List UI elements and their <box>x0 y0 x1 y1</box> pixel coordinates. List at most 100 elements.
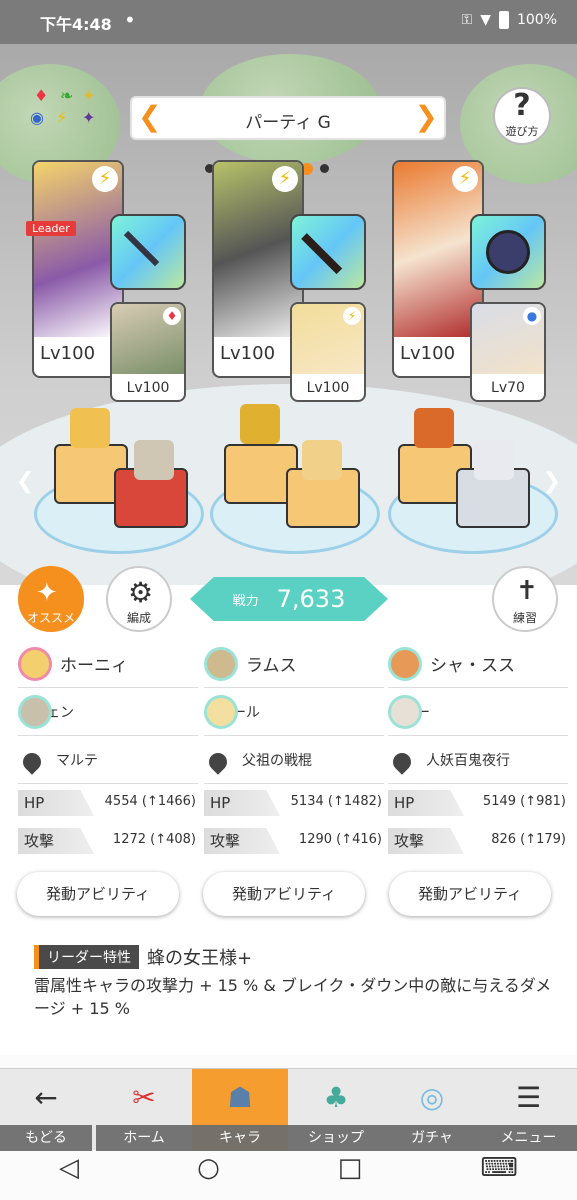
avatar <box>388 646 422 681</box>
ability-button-3[interactable]: 発動アビリティ <box>389 872 551 916</box>
home-icon: ✂ <box>132 1080 156 1114</box>
weapon-name: 父祖の戦棍 <box>242 752 312 769</box>
recommend-button[interactable]: ✦ オススメ <box>18 566 84 632</box>
member-column-1: ホーニィ スヴェン マルテ HP 4554 (↑1466) 攻撃 1272 (↑… <box>18 640 198 860</box>
thunder-attribute-icon: ⚡ <box>343 307 361 325</box>
system-home-icon[interactable]: ○ <box>197 1153 220 1183</box>
sub-character-card-2[interactable]: ⚡ Lv100 <box>290 302 366 402</box>
scroll-right-icon[interactable]: ❯ <box>543 469 561 494</box>
avatar <box>388 694 422 729</box>
hp-value: 5134 (↑1482) <box>290 794 382 809</box>
hp-stat: HP 4554 (↑1466) <box>18 790 198 822</box>
chara-sprite <box>240 404 280 444</box>
weapon-row[interactable]: マルテ <box>18 736 198 784</box>
sub-level: Lv100 <box>126 380 170 396</box>
leader-trait-name: 蜂の女王様+ <box>147 948 253 969</box>
power-value: 7,633 <box>276 585 346 613</box>
status-bar: 下午4:48 • ⚿ ▼ 100% <box>0 0 577 44</box>
back-arrow-icon: ← <box>34 1080 58 1114</box>
formation-label: 編成 <box>126 611 151 625</box>
attack-value: 1272 (↑408) <box>112 832 196 847</box>
orb-icon <box>486 230 530 274</box>
help-button[interactable]: ? 遊び方 <box>493 87 551 145</box>
chara-sprite <box>302 440 342 480</box>
main-name: ラムス <box>246 656 297 676</box>
chara-sprite <box>474 440 514 480</box>
hp-value: 5149 (↑981) <box>482 794 566 809</box>
system-back-icon[interactable]: ◁ <box>59 1153 79 1183</box>
gacha-icon: ◎ <box>419 1080 445 1114</box>
avatar <box>18 646 52 681</box>
party-scene: ♦ ❧ ✦ ◉ ⚡ ✦ ❮ パーティ G ❯ ? 遊び方 ⚡ Lv100 Lea… <box>0 44 577 604</box>
help-label: 遊び方 <box>505 125 539 138</box>
ability-button-2[interactable]: 発動アビリティ <box>203 872 365 916</box>
sub-character-card-3[interactable]: ● Lv70 <box>470 302 546 402</box>
weapon-row[interactable]: 人妖百鬼夜行 <box>388 736 568 784</box>
leader-trait: リーダー特性 蜂の女王様+ <box>34 944 252 970</box>
thunder-attribute-icon: ⚡ <box>92 166 118 192</box>
recommend-icon: ✦ <box>36 578 58 608</box>
main-name: ホーニィ <box>60 656 128 676</box>
gamepad-icon[interactable]: ⌨ <box>480 1153 518 1183</box>
leader-badge: Leader <box>26 221 76 236</box>
system-recents-icon[interactable]: □ <box>338 1153 363 1183</box>
sub-character-row[interactable]: ルナール <box>204 688 384 736</box>
hp-label: HP <box>204 790 280 816</box>
hp-stat: HP 5149 (↑981) <box>388 790 568 822</box>
element-filter[interactable]: ♦ ❧ ✦ ◉ ⚡ ✦ <box>26 86 106 136</box>
page-dot[interactable] <box>320 164 329 173</box>
battery-icon <box>498 11 509 29</box>
fire-attribute-icon: ♦ <box>163 307 181 325</box>
attack-stat: 攻撃 1290 (↑416) <box>204 828 384 860</box>
sub-character-card-1[interactable]: ♦ Lv100 <box>110 302 186 402</box>
attack-value: 826 (↑179) <box>491 832 566 847</box>
attack-label: 攻撃 <box>388 828 464 854</box>
chara-sprite <box>70 408 110 448</box>
weapon-icon <box>18 745 48 775</box>
weapon-row[interactable]: 父祖の戦棍 <box>204 736 384 784</box>
recommend-label: オススメ <box>26 611 75 625</box>
menu-icon: ☰ <box>515 1080 542 1114</box>
next-party-arrow[interactable]: ❯ <box>415 100 438 133</box>
spear-icon <box>123 230 160 267</box>
main-character-row[interactable]: ホーニィ <box>18 640 198 688</box>
key-icon: ⚿ <box>461 12 473 28</box>
weapon-slot-2[interactable] <box>290 214 366 290</box>
gear-icon: ⚙ <box>128 576 154 609</box>
thunder-element-icon: ⚡ <box>56 108 68 127</box>
sub-level: Lv100 <box>306 380 350 396</box>
formation-button[interactable]: ⚙ 編成 <box>106 566 172 632</box>
dark-element-icon: ✦ <box>82 108 96 127</box>
attack-stat: 攻撃 1272 (↑408) <box>18 828 198 860</box>
practice-button[interactable]: ✝ 練習 <box>492 566 558 632</box>
weapon-icon <box>388 745 418 775</box>
weapon-name: マルテ <box>56 752 98 769</box>
main-level: Lv100 <box>40 343 96 364</box>
weapon-slot-1[interactable] <box>110 214 186 290</box>
scroll-left-icon[interactable]: ❮ <box>16 469 34 494</box>
shop-icon: ♣ <box>323 1080 349 1114</box>
attack-value: 1290 (↑416) <box>298 832 382 847</box>
fire-element-icon: ♦ <box>34 86 49 105</box>
notification-dot: • <box>124 8 136 32</box>
attack-label: 攻撃 <box>18 828 94 854</box>
thunder-attribute-icon: ⚡ <box>272 166 298 192</box>
party-title: パーティ G <box>245 113 331 133</box>
avatar <box>204 646 238 681</box>
clock: 下午4:48 <box>40 15 112 34</box>
hp-label: HP <box>18 790 94 816</box>
weapon-slot-3[interactable] <box>470 214 546 290</box>
main-character-row[interactable]: シャ・スス <box>388 640 568 688</box>
sub-character-row[interactable]: スヴェン <box>18 688 198 736</box>
ability-button-1[interactable]: 発動アビリティ <box>17 872 179 916</box>
water-attribute-icon: ● <box>523 307 541 325</box>
leader-trait-description: 雷属性キャラの攻撃力 + 15 % & ブレイク・ダウン中の敵に与えるダメージ … <box>34 976 552 1018</box>
water-element-icon: ◉ <box>30 108 44 127</box>
thunder-attribute-icon: ⚡ <box>452 166 478 192</box>
weapon-icon <box>204 745 234 775</box>
weapon-name: 人妖百鬼夜行 <box>426 752 510 769</box>
sub-character-row[interactable]: ラナー <box>388 688 568 736</box>
attack-stat: 攻撃 826 (↑179) <box>388 828 568 860</box>
main-character-row[interactable]: ラムス <box>204 640 384 688</box>
chara-sprite <box>414 408 454 448</box>
